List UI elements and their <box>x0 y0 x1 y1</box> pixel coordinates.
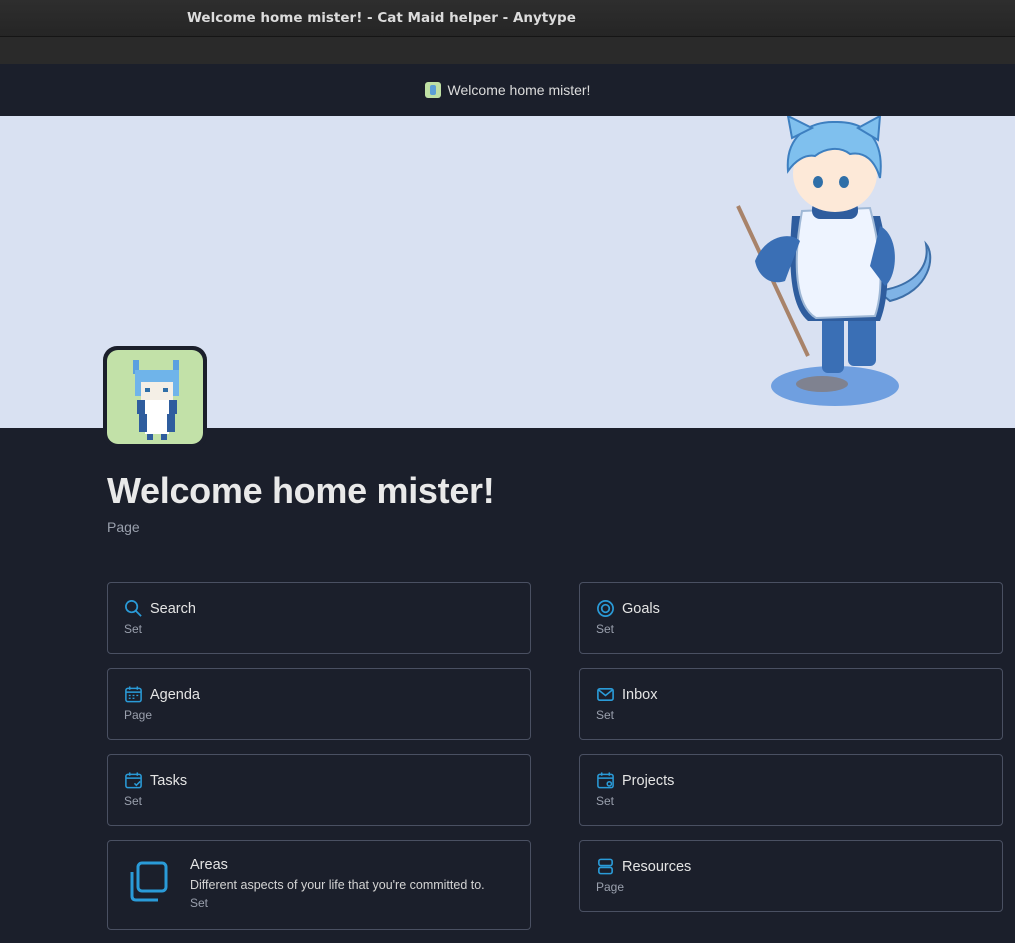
link-type: Page <box>124 708 153 722</box>
link-type: Set <box>596 622 615 636</box>
link-title: Tasks <box>150 772 188 789</box>
cat-maid-illustration-icon <box>736 116 932 406</box>
calendar-check-icon <box>124 771 143 790</box>
link-card-areas[interactable]: Areas Different aspects of your life tha… <box>107 840 531 930</box>
link-title: Goals <box>622 600 660 617</box>
app-header: Welcome home mister! <box>0 64 1015 116</box>
link-card-agenda[interactable]: Agenda Page <box>107 668 531 740</box>
link-card-tasks[interactable]: Tasks Set <box>107 754 531 826</box>
target-icon <box>596 599 615 618</box>
window-titlebar[interactable]: Welcome home mister! - Cat Maid helper -… <box>0 0 1015 37</box>
page-emoji-icon <box>424 82 441 98</box>
link-card-search[interactable]: Search Set <box>107 582 531 654</box>
calendar-icon <box>124 685 143 704</box>
link-type: Set <box>596 794 615 808</box>
mail-icon <box>596 685 615 704</box>
page-title[interactable]: Welcome home mister! <box>107 470 495 512</box>
link-type: Set <box>190 896 209 910</box>
link-type: Set <box>124 794 143 808</box>
calendar-gear-icon <box>596 771 615 790</box>
link-title: Agenda <box>150 686 200 703</box>
app-toolbar <box>0 37 1015 64</box>
link-card-projects[interactable]: Projects Set <box>579 754 1003 826</box>
link-type: Set <box>124 622 143 636</box>
page-type-label: Page <box>107 519 140 535</box>
window-title: Welcome home mister! - Cat Maid helper -… <box>187 10 576 26</box>
page-icon[interactable] <box>103 346 207 448</box>
layers-icon <box>126 860 170 904</box>
link-description: Different aspects of your life that you'… <box>190 878 485 892</box>
link-title: Search <box>150 600 196 617</box>
database-icon <box>596 857 615 876</box>
link-card-goals[interactable]: Goals Set <box>579 582 1003 654</box>
link-card-resources[interactable]: Resources Page <box>579 840 1003 912</box>
link-type: Set <box>596 708 615 722</box>
link-type: Page <box>596 880 625 894</box>
breadcrumb[interactable]: Welcome home mister! <box>424 82 591 98</box>
link-title: Projects <box>622 772 675 789</box>
search-icon <box>124 599 143 618</box>
link-title: Resources <box>622 858 692 875</box>
breadcrumb-title: Welcome home mister! <box>447 82 591 98</box>
link-card-inbox[interactable]: Inbox Set <box>579 668 1003 740</box>
link-title: Areas <box>190 857 228 873</box>
pixel-cat-maid-icon <box>107 350 203 444</box>
link-title: Inbox <box>622 686 658 703</box>
